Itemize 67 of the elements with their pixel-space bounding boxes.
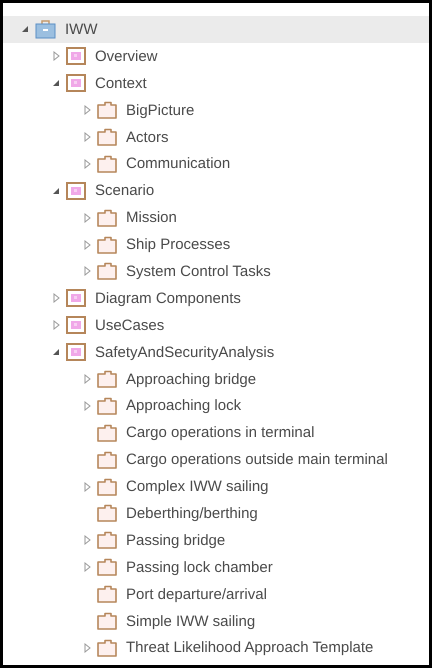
folder-icon: [97, 236, 117, 254]
folder-icon: [97, 128, 117, 146]
collapsed-triangle-icon[interactable]: [84, 535, 90, 546]
tree-item[interactable]: UseCases: [3, 312, 429, 339]
package-icon: [66, 47, 86, 66]
tree-item[interactable]: Actors: [3, 124, 429, 150]
collapsed-triangle-icon[interactable]: [52, 51, 60, 62]
collapsed-triangle-icon[interactable]: [84, 642, 90, 653]
folder-icon: [97, 424, 117, 442]
folder-icon: [97, 531, 117, 550]
tree-item[interactable]: IWW: [3, 16, 429, 43]
tree-item[interactable]: Scenario: [3, 177, 429, 204]
tree-item[interactable]: Simple IWW sailing: [3, 608, 429, 634]
collapsed-triangle-icon[interactable]: [84, 400, 90, 411]
folder-icon: [97, 478, 117, 496]
tree-item[interactable]: System Control Tasks: [3, 258, 429, 285]
tree-item[interactable]: BigPicture: [3, 96, 429, 124]
folder-icon: [97, 450, 117, 469]
expanded-triangle-icon[interactable]: [21, 25, 29, 34]
tree-item[interactable]: Communication: [3, 150, 429, 178]
folder-icon: [97, 504, 117, 522]
folder-icon: [97, 558, 117, 576]
collapsed-triangle-icon[interactable]: [84, 212, 90, 223]
tree-item[interactable]: Diagram Components: [3, 284, 429, 312]
folder-icon: [97, 154, 117, 173]
tree-item[interactable]: Ship Processes: [3, 231, 429, 258]
tree-item[interactable]: Approaching lock: [3, 392, 429, 420]
tree-item[interactable]: Cargo operations outside main terminal: [3, 446, 429, 474]
folder-icon: [97, 208, 117, 227]
folder-icon: [97, 370, 117, 388]
folder-icon: [97, 638, 117, 657]
collapsed-triangle-icon[interactable]: [84, 374, 90, 384]
tree-item[interactable]: Passing lock chamber: [3, 554, 429, 581]
package-icon: [66, 182, 86, 200]
collapsed-triangle-icon[interactable]: [84, 240, 90, 250]
collapsed-triangle-icon[interactable]: [84, 482, 90, 492]
collapsed-triangle-icon[interactable]: [84, 562, 90, 572]
tree-item[interactable]: Approaching bridge: [3, 366, 429, 392]
expanded-triangle-icon[interactable]: [52, 186, 60, 195]
tree-item[interactable]: SafetyAndSecurityAnalysis: [3, 338, 429, 366]
package-icon: [66, 316, 86, 334]
collapsed-triangle-icon[interactable]: [84, 132, 90, 142]
briefcase-icon: [35, 19, 56, 40]
tree-item[interactable]: Passing bridge: [3, 526, 429, 554]
tree-item[interactable]: Port departure/arrival: [3, 580, 429, 608]
collapsed-triangle-icon[interactable]: [84, 105, 90, 116]
package-icon: [66, 74, 86, 92]
expanded-triangle-icon[interactable]: [52, 79, 60, 88]
tree-item[interactable]: Mission: [3, 204, 429, 232]
tree-item[interactable]: Overview: [3, 42, 429, 70]
folder-icon: [97, 262, 117, 280]
tree-item[interactable]: Cargo operations in terminal: [3, 419, 429, 446]
tree-item[interactable]: Deberthing/berthing: [3, 500, 429, 527]
collapsed-triangle-icon[interactable]: [84, 266, 90, 276]
collapsed-triangle-icon[interactable]: [84, 158, 90, 169]
tree-item[interactable]: Context: [3, 70, 429, 97]
folder-icon: [97, 585, 117, 604]
collapsed-triangle-icon[interactable]: [52, 293, 60, 304]
folder-icon: [97, 396, 117, 415]
package-icon: [66, 289, 86, 308]
expanded-triangle-icon[interactable]: [52, 348, 60, 356]
collapsed-triangle-icon[interactable]: [52, 320, 60, 330]
folder-icon: [97, 101, 117, 120]
folder-icon: [97, 612, 117, 630]
package-icon: [66, 343, 86, 362]
tree-item[interactable]: Complex IWW sailing: [3, 473, 429, 500]
tree-item[interactable]: Threat Likelihood Approach Template: [3, 634, 429, 662]
